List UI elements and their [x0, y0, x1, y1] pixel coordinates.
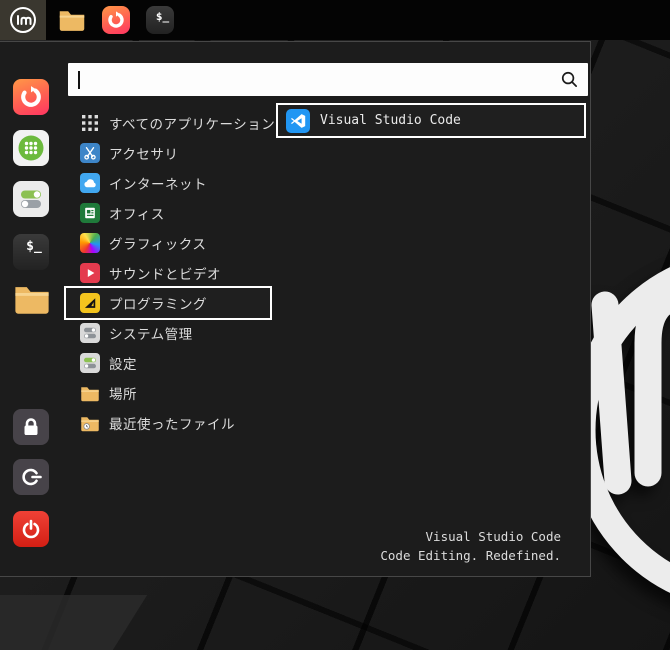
category-office[interactable]: オフィス — [66, 198, 270, 228]
category-graphics[interactable]: グラフィックス — [66, 228, 270, 258]
category-label: インターネット — [109, 177, 207, 193]
menu-button[interactable] — [0, 0, 46, 40]
category-preferences[interactable]: 設定 — [66, 348, 270, 378]
sidebar-item-logout[interactable] — [13, 459, 51, 497]
category-recent-files[interactable]: 最近使ったファイル — [66, 408, 270, 438]
category-label: 設定 — [109, 357, 137, 373]
category-label: サウンドとビデオ — [109, 267, 221, 283]
files-launcher[interactable] — [58, 6, 86, 34]
set-square-icon — [80, 293, 100, 313]
category-label: グラフィックス — [109, 237, 207, 253]
scissors-icon — [80, 143, 100, 163]
browser-swirl-icon — [106, 10, 126, 30]
sidebar-item-system-settings[interactable] — [13, 181, 51, 219]
folder-icon — [80, 383, 100, 403]
category-label: 場所 — [109, 387, 137, 403]
category-internet[interactable]: インターネット — [66, 168, 270, 198]
sidebar-item-lock-screen[interactable] — [13, 409, 51, 447]
logout-icon — [19, 465, 43, 489]
sidebar-item-terminal[interactable]: $_ — [13, 234, 51, 272]
toggles-icon — [18, 186, 44, 212]
category-label: 最近使ったファイル — [109, 417, 235, 433]
terminal-icon: $_ — [26, 239, 42, 254]
grid-icon — [80, 113, 100, 133]
top-panel: $_ — [0, 0, 670, 40]
toggles-grey-icon — [80, 323, 100, 343]
terminal-launcher[interactable]: $_ — [146, 6, 174, 34]
search-bar[interactable] — [68, 63, 588, 96]
rainbow-icon — [80, 233, 100, 253]
category-label: プログラミング — [109, 297, 207, 313]
terminal-icon: $_ — [155, 10, 170, 23]
folder-icon — [58, 8, 86, 32]
category-administration[interactable]: システム管理 — [66, 318, 270, 348]
search-input[interactable] — [80, 72, 560, 87]
document-icon — [80, 203, 100, 223]
sidebar-item-shutdown[interactable] — [13, 511, 51, 549]
folder-icon — [13, 283, 51, 315]
category-programming[interactable]: プログラミング — [66, 288, 270, 318]
mint-logo-icon — [9, 6, 37, 34]
sidebar-item-files[interactable] — [13, 283, 51, 321]
applications-menu: $_ すべてのアプリケーション アクセサリ インターネット オフィス グラフィッ… — [0, 41, 591, 577]
sidebar-item-web-browser[interactable] — [13, 79, 51, 117]
padlock-icon — [19, 415, 43, 439]
selected-app-tagline: Code Editing. Redefined. — [380, 548, 561, 563]
category-places[interactable]: 場所 — [66, 378, 270, 408]
folder-clock-icon — [80, 413, 100, 433]
category-label: システム管理 — [109, 327, 193, 343]
category-label: アクセサリ — [109, 147, 179, 163]
app-item-visual-studio-code[interactable]: Visual Studio Code — [278, 105, 584, 136]
category-sound-video[interactable]: サウンドとビデオ — [66, 258, 270, 288]
dots-grid-circle-icon — [16, 133, 46, 163]
browser-swirl-icon — [18, 84, 44, 110]
vscode-icon — [286, 108, 310, 133]
search-icon — [560, 70, 579, 89]
category-all-applications[interactable]: すべてのアプリケーション — [66, 108, 275, 138]
selected-app-name: Visual Studio Code — [425, 529, 561, 544]
selected-app-info: Visual Studio Code Code Editing. Redefin… — [380, 527, 561, 565]
power-icon — [19, 517, 43, 541]
category-label: すべてのアプリケーション — [109, 117, 276, 133]
category-label: オフィス — [109, 207, 165, 223]
web-browser-launcher[interactable] — [102, 6, 130, 34]
sidebar-item-software-manager[interactable] — [13, 130, 51, 168]
category-accessories[interactable]: アクセサリ — [66, 138, 270, 168]
toggles-icon — [80, 353, 100, 373]
app-label: Visual Studio Code — [320, 113, 461, 128]
play-icon — [80, 263, 100, 283]
category-list: すべてのアプリケーション アクセサリ インターネット オフィス グラフィックス … — [66, 108, 275, 438]
cloud-icon — [80, 173, 100, 193]
